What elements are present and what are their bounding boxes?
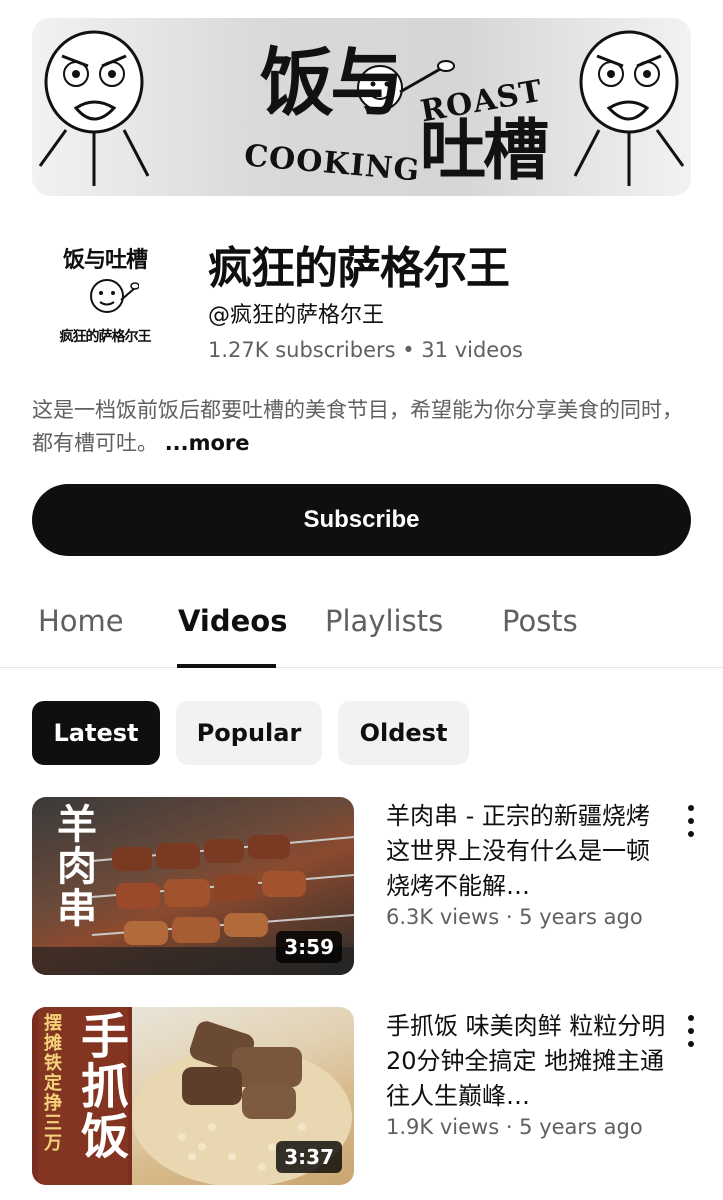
video-thumbnail[interactable]: 羊肉串 3:59 (32, 797, 354, 975)
more-options-icon[interactable] (680, 1011, 702, 1051)
chip-latest[interactable]: Latest (32, 701, 160, 765)
channel-handle: @疯狂的萨格尔王 (208, 303, 385, 328)
video-thumbnail[interactable]: 摆摊铁定挣三万 手抓饭 3:37 (32, 1007, 354, 1185)
banner-title: 饭与 (260, 40, 404, 126)
rage-face-left-icon (38, 30, 150, 186)
video-duration: 3:59 (276, 931, 342, 963)
video-duration: 3:37 (276, 1141, 342, 1173)
tab-posts[interactable]: Posts (502, 604, 578, 638)
channel-stats: 1.27K subscribers • 31 videos (208, 338, 523, 362)
video-item[interactable]: 摆摊铁定挣三万 手抓饭 3:37 手抓饭 味美肉鲜 粒粒分明 20分钟全搞定 地… (32, 1007, 722, 1185)
tab-playlists[interactable]: Playlists (325, 604, 443, 638)
avatar-bottom-text: 疯狂的萨格尔王 (59, 329, 152, 345)
rage-face-right-icon (573, 30, 685, 186)
tab-videos[interactable]: Videos (178, 604, 288, 638)
channel-description[interactable]: 这是一档饭前饭后都要吐槽的美食节目，希望能为你分享美食的同时，都有槽可吐。 ..… (32, 394, 692, 460)
chip-popular[interactable]: Popular (176, 701, 322, 765)
video-meta: 6.3K views · 5 years ago (386, 905, 643, 929)
avatar[interactable]: 饭与吐槽 疯狂的萨格尔王 (32, 220, 178, 366)
channel-tabs: Home Videos Playlists Posts (0, 586, 723, 668)
more-link[interactable]: ...more (165, 431, 250, 455)
avatar-top-text: 饭与吐槽 (62, 248, 148, 273)
avatar-face-icon (90, 279, 139, 313)
video-title[interactable]: 手抓饭 味美肉鲜 粒粒分明 20分钟全搞定 地摊摊主通往人生巅峰… (386, 1009, 666, 1114)
active-tab-indicator (177, 664, 276, 668)
thumbnail-caption: 羊肉串 (50, 803, 97, 929)
banner-cooking: COOKING (242, 138, 422, 189)
video-title[interactable]: 羊肉串 - 正宗的新疆烧烤 这世界上没有什么是一顿烧烤不能解… (386, 799, 666, 904)
description-text: 这是一档饭前饭后都要吐槽的美食节目，希望能为你分享美食的同时，都有槽可吐。 (32, 398, 683, 455)
video-meta: 1.9K views · 5 years ago (386, 1115, 643, 1139)
subscribe-button[interactable]: Subscribe (32, 484, 691, 556)
tab-home[interactable]: Home (38, 604, 124, 638)
thumbnail-caption: 手抓饭 (72, 1011, 128, 1161)
more-options-icon[interactable] (680, 801, 702, 841)
chip-oldest[interactable]: Oldest (338, 701, 469, 765)
video-item[interactable]: 羊肉串 3:59 羊肉串 - 正宗的新疆烧烤 这世界上没有什么是一顿烧烤不能解…… (32, 797, 722, 975)
channel-name: 疯狂的萨格尔王 (208, 243, 510, 294)
banner-subtitle: 吐槽 (420, 112, 549, 189)
channel-banner: 饭与 ROAST 吐槽 COOKING (32, 18, 691, 196)
thumbnail-side-caption: 摆摊铁定挣三万 (41, 1013, 62, 1153)
